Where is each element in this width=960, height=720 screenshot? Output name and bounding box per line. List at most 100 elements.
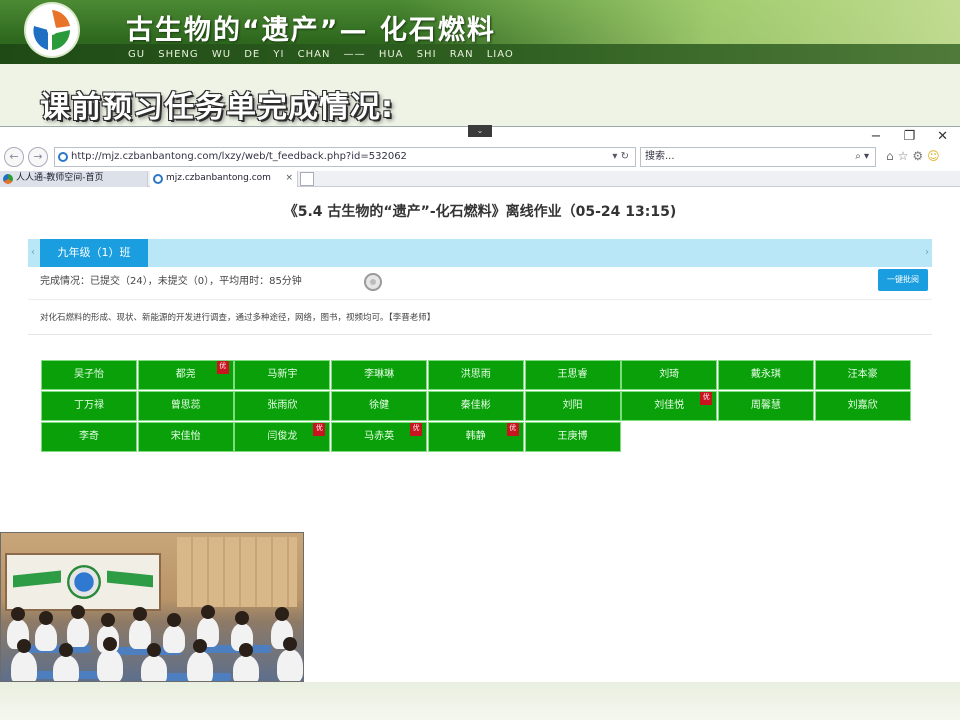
minimize-button[interactable]: − [871,129,882,144]
classroom-video [0,532,304,682]
slide-banner: 古生物的“遗产”— 化石燃料 GU SHENG WU DE YI CHAN ——… [0,0,960,64]
student-cell[interactable]: 李奇 [41,422,137,452]
back-arrow-icon[interactable]: ← [4,147,24,167]
excellent-badge: 优 [700,392,713,405]
gear-icon[interactable]: ⚙ [912,149,923,163]
student-head [283,637,297,651]
student-name: 王庚博 [557,431,588,442]
student-cell[interactable]: 闫俊龙 优 [234,422,331,452]
student-name: 李琳琳 [364,369,395,380]
student-cell[interactable]: 戴永琪 [717,360,814,390]
slide-heading: 课前预习任务单完成情况: [40,90,394,125]
student-cell[interactable]: 秦佳彬 [427,391,524,421]
info-box: 完成情况：已提交（24），未提交（0），平均用时：85分钟 一键批阅 对化石燃料… [28,267,932,335]
student-head [11,607,25,621]
excellent-badge: 优 [313,423,326,436]
student-figure [163,613,185,653]
new-tab-button[interactable] [300,172,314,186]
student-cell[interactable]: 王庚博 [524,422,621,452]
school-logo-icon [26,4,78,56]
ie-icon [58,152,68,162]
search-input[interactable]: 搜索... ⌕ ▾ [640,147,876,167]
assignment-description: 对化石燃料的形成、现状、新能源的开发进行调查，通过多种途径，网络，图书，视频均可… [40,313,436,323]
student-cell[interactable]: 张雨欣 [234,391,331,421]
student-cell[interactable]: 刘阳 [524,391,621,421]
student-cell[interactable]: 刘嘉欣 [814,391,911,421]
student-cell[interactable]: 王思睿 [524,360,621,390]
student-head [239,643,253,657]
student-cell[interactable]: 刘琦 [621,360,718,390]
student-figure [97,637,123,681]
student-name: 闫俊龙 [267,431,298,442]
wall-window [177,537,297,607]
student-head [101,613,115,627]
student-grid: 吴子怡 都尧优 马新宇 李琳琳 洪思雨 王思睿 刘琦 戴永琪 汪本豪丁万禄 曾思蕊 张雨欣 徐健 秦佳彬… [41,360,911,453]
close-button[interactable]: ✕ [937,129,948,144]
student-name: 洪思雨 [460,369,491,380]
slide-pinyin: GU SHENG WU DE YI CHAN —— HUA SHI RAN LI… [128,49,514,60]
student-figure [187,639,213,681]
student-cell[interactable]: 汪本豪 [814,360,911,390]
student-name: 马新宇 [267,369,298,380]
chevron-down-icon[interactable]: ⌄ [468,125,492,137]
address-bar[interactable]: http://mjz.czbanbantong.com/lxzy/web/t_f… [54,147,636,167]
forward-arrow-icon[interactable]: → [28,147,48,167]
home-icon[interactable]: ⌂ [886,149,894,163]
student-cell[interactable]: 周馨慧 [717,391,814,421]
student-cell[interactable]: 洪思雨 [427,360,524,390]
student-cell[interactable]: 丁万禄 [41,391,137,421]
excellent-badge: 优 [506,423,519,436]
student-name: 汪本豪 [847,369,878,380]
search-placeholder: 搜索... [645,151,675,162]
smiley-icon[interactable]: ☺ [927,149,940,163]
refresh-icon[interactable]: ▾ ↻ [612,148,629,166]
address-url: http://mjz.czbanbantong.com/lxzy/web/t_f… [71,151,407,162]
student-name: 吴子怡 [74,369,104,380]
close-icon[interactable]: × [285,171,293,186]
chevron-left-icon[interactable]: ‹ [28,239,38,267]
student-cell[interactable]: 刘佳悦 优 [621,391,718,421]
student-cell[interactable]: 马新宇 [234,360,331,390]
tab-teacher-space[interactable]: 人人通-教师空间-首页 [0,171,148,187]
record-icon[interactable] [364,273,382,291]
student-head [103,637,117,651]
tab-feedback[interactable]: mjz.czbanbantong.com × [150,171,298,187]
student-head [133,607,147,621]
student-name: 宋佳怡 [170,431,201,442]
divider [28,299,932,300]
student-figure [67,605,89,647]
tab-bar: 人人通-教师空间-首页 mjz.czbanbantong.com × [0,171,960,187]
student-head [39,611,53,625]
student-head [59,643,73,657]
student-cell[interactable]: 马赤英 优 [331,422,428,452]
chevron-right-icon[interactable]: › [922,239,932,267]
student-cell[interactable]: 宋佳怡 [137,422,234,452]
search-icon[interactable]: ⌕ ▾ [855,148,869,166]
student-name: 刘佳悦 [654,400,685,411]
student-figure [233,643,259,681]
student-name: 刘嘉欣 [847,400,878,411]
site-favicon-icon [3,174,13,184]
student-name: 韩静 [465,431,486,442]
student-cell[interactable]: 曾思蕊 [137,391,234,421]
student-cell[interactable]: 韩静 优 [427,422,524,452]
student-cell[interactable]: 都尧 优 [137,360,234,390]
student-cell[interactable]: 李琳琳 [331,360,428,390]
ie-icon [153,174,163,184]
tab-class[interactable]: 九年级（1）班 [40,239,148,267]
batch-review-button[interactable]: 一键批阅 [878,269,928,291]
page-title: 《5.4 古生物的“遗产”-化石燃料》离线作业（05-24 13:15) [283,204,677,220]
student-name: 丁万禄 [74,400,104,411]
student-head [193,639,207,653]
student-figure [11,639,37,681]
wall-board [5,553,161,611]
student-cell[interactable]: 吴子怡 [41,360,137,390]
board-banner-right [107,570,153,588]
student-head [147,643,161,657]
restore-button[interactable]: ❐ [903,129,915,144]
class-tab-bar: ‹ 九年级（1）班 › [28,239,932,267]
star-icon[interactable]: ☆ [898,149,909,163]
student-figure [141,643,167,681]
student-cell[interactable]: 徐健 [331,391,428,421]
student-name: 曾思蕊 [170,400,201,411]
